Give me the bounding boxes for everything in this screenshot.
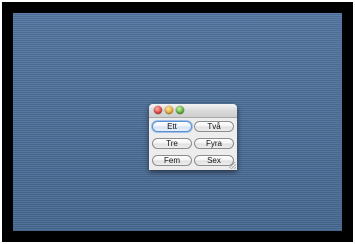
app-window[interactable]: Ett Två Tre Fyra Fem Sex [149,104,237,170]
title-bar[interactable] [149,104,237,118]
sex-button[interactable]: Sex [194,155,234,166]
resize-grip-icon[interactable] [229,162,236,169]
fem-button[interactable]: Fem [152,155,192,166]
minimize-icon[interactable] [165,106,173,114]
screen-frame: Ett Två Tre Fyra Fem Sex [2,2,353,242]
fyra-button[interactable]: Fyra [194,138,234,149]
close-icon[interactable] [154,106,162,114]
desktop: Ett Två Tre Fyra Fem Sex [13,13,342,231]
tva-button[interactable]: Två [194,121,234,132]
zoom-icon[interactable] [176,106,184,114]
tre-button[interactable]: Tre [152,138,192,149]
button-grid: Ett Två Tre Fyra Fem Sex [149,118,237,170]
ett-button[interactable]: Ett [152,121,192,132]
